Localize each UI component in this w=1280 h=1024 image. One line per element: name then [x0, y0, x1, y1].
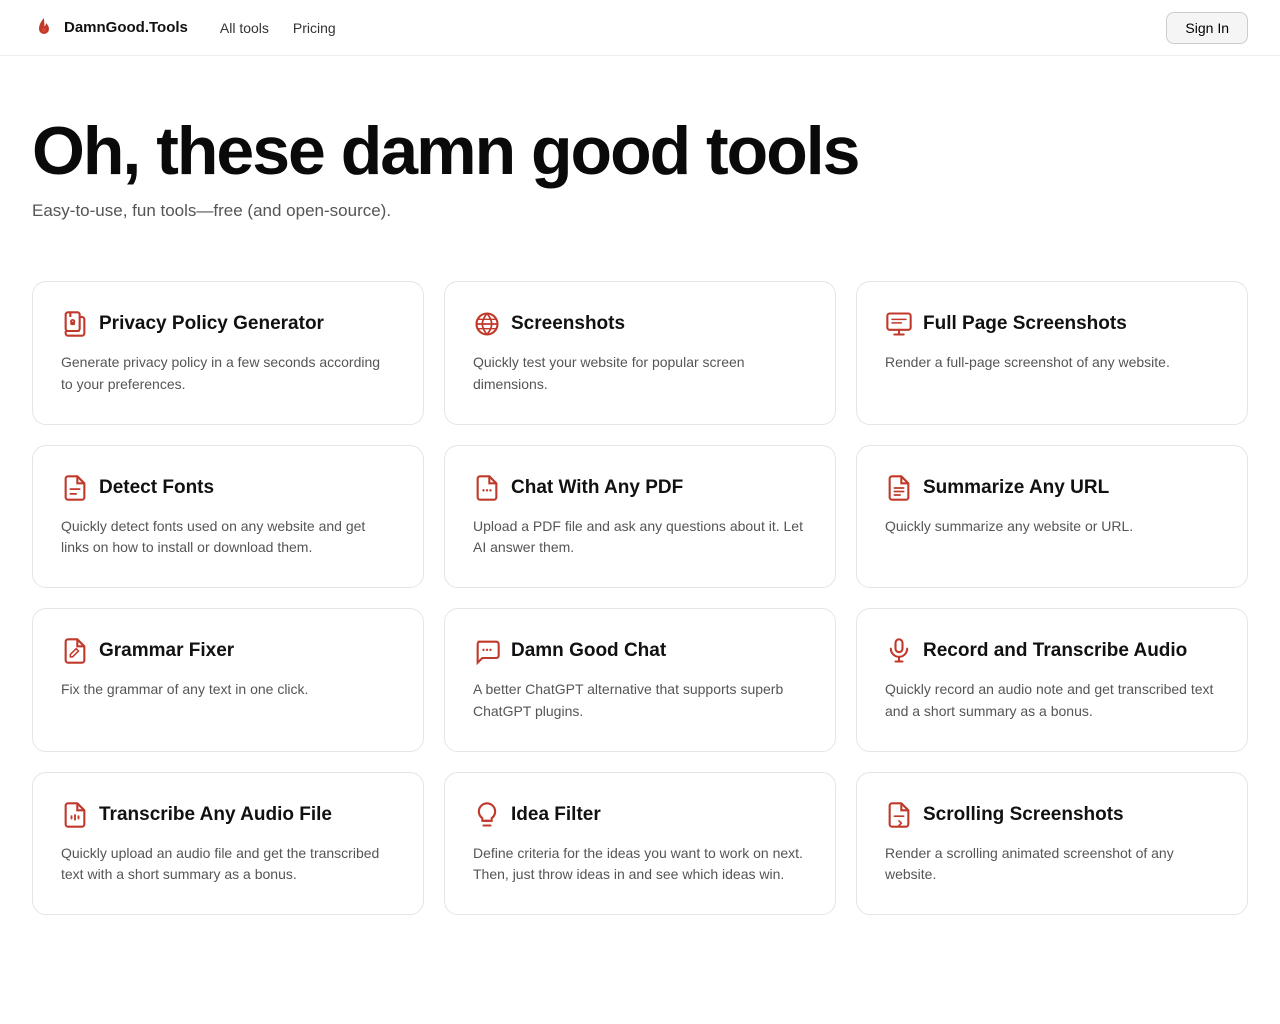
tool-card-damn-good-chat[interactable]: Damn Good Chat A better ChatGPT alternat… [444, 608, 836, 751]
tools-grid: Privacy Policy Generator Generate privac… [0, 261, 1280, 975]
tool-card-header: Idea Filter [473, 801, 807, 829]
navbar: DamnGood.Tools All tools Pricing Sign In [0, 0, 1280, 56]
chat-bubble-icon [473, 637, 501, 665]
tool-desc-privacy-policy-generator: Generate privacy policy in a few seconds… [61, 352, 395, 395]
file-lock-icon [61, 310, 89, 338]
tool-title-full-page-screenshots: Full Page Screenshots [923, 313, 1127, 335]
tool-card-full-page-screenshots[interactable]: Full Page Screenshots Render a full-page… [856, 281, 1248, 424]
hero-title: Oh, these damn good tools [32, 116, 1248, 187]
tool-title-damn-good-chat: Damn Good Chat [511, 640, 666, 662]
tool-desc-scrolling-screenshots: Render a scrolling animated screenshot o… [885, 843, 1219, 886]
tool-card-header: Full Page Screenshots [885, 310, 1219, 338]
tool-desc-summarize-any-url: Quickly summarize any website or URL. [885, 516, 1219, 538]
tool-desc-record-transcribe-audio: Quickly record an audio note and get tra… [885, 679, 1219, 722]
nav-pricing[interactable]: Pricing [293, 20, 336, 36]
tool-card-transcribe-any-audio-file[interactable]: Transcribe Any Audio File Quickly upload… [32, 772, 424, 915]
globe-circle-icon [473, 310, 501, 338]
file-text-icon [61, 474, 89, 502]
tool-card-header: Summarize Any URL [885, 474, 1219, 502]
tool-title-record-transcribe-audio: Record and Transcribe Audio [923, 640, 1187, 662]
tool-desc-full-page-screenshots: Render a full-page screenshot of any web… [885, 352, 1219, 374]
tool-card-header: Screenshots [473, 310, 807, 338]
tool-card-header: Detect Fonts [61, 474, 395, 502]
tool-desc-screenshots: Quickly test your website for popular sc… [473, 352, 807, 395]
tool-desc-damn-good-chat: A better ChatGPT alternative that suppor… [473, 679, 807, 722]
nav-all-tools[interactable]: All tools [220, 20, 269, 36]
tool-card-privacy-policy-generator[interactable]: Privacy Policy Generator Generate privac… [32, 281, 424, 424]
brand-name: DamnGood.Tools [64, 19, 188, 36]
tool-card-grammar-fixer[interactable]: Grammar Fixer Fix the grammar of any tex… [32, 608, 424, 751]
tool-title-scrolling-screenshots: Scrolling Screenshots [923, 804, 1124, 826]
tool-title-detect-fonts: Detect Fonts [99, 477, 214, 499]
hero-section: Oh, these damn good tools Easy-to-use, f… [0, 56, 1280, 261]
tool-title-screenshots: Screenshots [511, 313, 625, 335]
tool-card-scrolling-screenshots[interactable]: Scrolling Screenshots Render a scrolling… [856, 772, 1248, 915]
nav-left: DamnGood.Tools All tools Pricing [32, 16, 336, 40]
tool-desc-detect-fonts: Quickly detect fonts used on any website… [61, 516, 395, 559]
tool-card-detect-fonts[interactable]: Detect Fonts Quickly detect fonts used o… [32, 445, 424, 588]
file-scroll-icon [885, 801, 913, 829]
microphone-icon [885, 637, 913, 665]
tool-card-summarize-any-url[interactable]: Summarize Any URL Quickly summarize any … [856, 445, 1248, 588]
lightbulb-icon [473, 801, 501, 829]
tool-title-privacy-policy-generator: Privacy Policy Generator [99, 313, 324, 335]
tool-title-idea-filter: Idea Filter [511, 804, 601, 826]
tool-desc-transcribe-any-audio-file: Quickly upload an audio file and get the… [61, 843, 395, 886]
tool-card-header: Chat With Any PDF [473, 474, 807, 502]
tool-card-record-transcribe-audio[interactable]: Record and Transcribe Audio Quickly reco… [856, 608, 1248, 751]
tool-title-summarize-any-url: Summarize Any URL [923, 477, 1109, 499]
nav-links: All tools Pricing [220, 20, 336, 36]
tool-card-header: Transcribe Any Audio File [61, 801, 395, 829]
tool-title-chat-with-any-pdf: Chat With Any PDF [511, 477, 683, 499]
tool-desc-chat-with-any-pdf: Upload a PDF file and ask any questions … [473, 516, 807, 559]
tool-card-chat-with-any-pdf[interactable]: Chat With Any PDF Upload a PDF file and … [444, 445, 836, 588]
tool-title-grammar-fixer: Grammar Fixer [99, 640, 234, 662]
hero-subtitle: Easy-to-use, fun tools—free (and open-so… [32, 201, 1248, 221]
file-lines-icon [885, 474, 913, 502]
tool-desc-grammar-fixer: Fix the grammar of any text in one click… [61, 679, 395, 701]
signin-button[interactable]: Sign In [1166, 12, 1248, 44]
tool-card-header: Record and Transcribe Audio [885, 637, 1219, 665]
file-audio-icon [61, 801, 89, 829]
file-chat-icon [473, 474, 501, 502]
tool-title-transcribe-any-audio-file: Transcribe Any Audio File [99, 804, 332, 826]
tool-card-idea-filter[interactable]: Idea Filter Define criteria for the idea… [444, 772, 836, 915]
tool-card-header: Grammar Fixer [61, 637, 395, 665]
flame-icon [32, 16, 56, 40]
tool-card-header: Damn Good Chat [473, 637, 807, 665]
brand[interactable]: DamnGood.Tools [32, 16, 188, 40]
file-edit-icon [61, 637, 89, 665]
monitor-icon [885, 310, 913, 338]
tool-card-header: Privacy Policy Generator [61, 310, 395, 338]
tool-card-header: Scrolling Screenshots [885, 801, 1219, 829]
tool-card-screenshots[interactable]: Screenshots Quickly test your website fo… [444, 281, 836, 424]
tool-desc-idea-filter: Define criteria for the ideas you want t… [473, 843, 807, 886]
